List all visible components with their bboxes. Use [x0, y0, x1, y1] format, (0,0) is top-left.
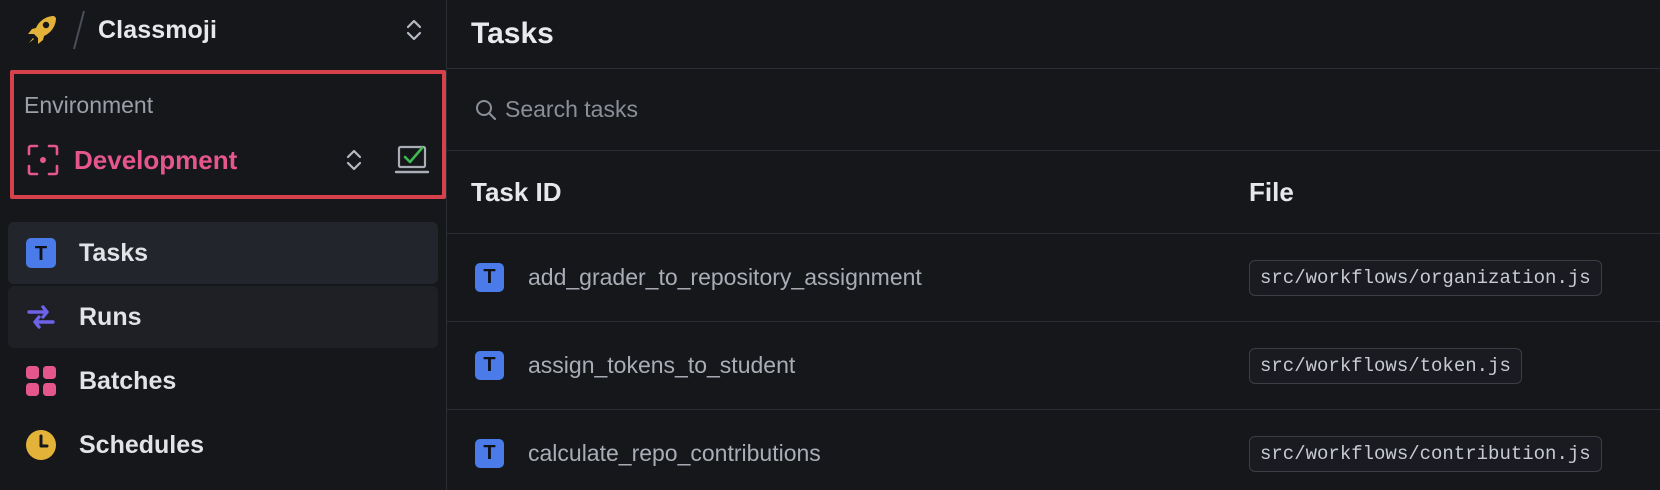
- environment-focus-icon: [26, 143, 60, 177]
- task-id: calculate_repo_contributions: [528, 440, 821, 466]
- table-row[interactable]: T add_grader_to_repository_assignment sr…: [447, 234, 1660, 322]
- sidebar-item-label: Tasks: [79, 238, 149, 267]
- column-header-label: Task ID: [471, 176, 562, 207]
- sidebar-item-schedules[interactable]: Schedules: [8, 414, 438, 476]
- search-icon: [475, 99, 497, 121]
- file-cell: src/workflows/organization.js: [1249, 259, 1660, 296]
- file-cell: src/workflows/contribution.js: [1249, 435, 1660, 472]
- clock-icon: [25, 429, 57, 461]
- task-id: assign_tokens_to_student: [528, 352, 796, 378]
- table-header: Task ID File: [447, 151, 1660, 234]
- org-switcher[interactable]: Classmoji: [0, 0, 446, 60]
- sidebar-item-label: Batches: [79, 366, 177, 395]
- sidebar-nav: T Tasks Runs Batches Schedules: [8, 222, 438, 478]
- svg-text:T: T: [35, 243, 47, 265]
- file-cell: src/workflows/token.js: [1249, 347, 1660, 384]
- page-title: Tasks: [471, 17, 554, 50]
- search-bar: [447, 69, 1660, 151]
- chevron-up-down-icon[interactable]: [402, 16, 426, 44]
- task-id-cell: T calculate_repo_contributions: [475, 439, 1249, 468]
- column-header-file[interactable]: File: [1249, 177, 1660, 208]
- rocket-icon: [22, 10, 62, 50]
- main-panel: Tasks Task ID File T add_grader_to_repo: [447, 0, 1660, 490]
- task-icon: T: [475, 351, 504, 380]
- search-input[interactable]: [505, 96, 1105, 123]
- task-id-cell: T add_grader_to_repository_assignment: [475, 263, 1249, 292]
- table-row[interactable]: T assign_tokens_to_student src/workflows…: [447, 322, 1660, 410]
- environment-label: Environment: [24, 92, 154, 118]
- separator-slash: [72, 8, 86, 52]
- file-path: src/workflows/contribution.js: [1249, 435, 1602, 472]
- batches-icon: [25, 365, 57, 397]
- app-window: Classmoji Environment Development T Task…: [0, 0, 1660, 490]
- sidebar: Classmoji Environment Development T Task…: [0, 0, 447, 490]
- sidebar-item-batches[interactable]: Batches: [8, 350, 438, 412]
- task-id: add_grader_to_repository_assignment: [528, 264, 922, 290]
- sidebar-item-label: Runs: [79, 302, 142, 331]
- org-name: Classmoji: [98, 15, 218, 44]
- environment-name: Development: [74, 144, 238, 175]
- sidebar-item-runs[interactable]: Runs: [8, 286, 438, 348]
- chevron-up-down-icon[interactable]: [342, 145, 366, 175]
- environment-switcher[interactable]: Development: [26, 140, 430, 180]
- sidebar-item-tasks[interactable]: T Tasks: [8, 222, 438, 284]
- laptop-check-icon[interactable]: [394, 143, 430, 177]
- task-icon: T: [475, 439, 504, 468]
- task-id-cell: T assign_tokens_to_student: [475, 351, 1249, 380]
- file-path: src/workflows/token.js: [1249, 347, 1522, 384]
- column-header-task-id[interactable]: Task ID: [471, 177, 1249, 208]
- file-path: src/workflows/organization.js: [1249, 259, 1602, 296]
- task-icon: T: [475, 263, 504, 292]
- sidebar-item-label: Schedules: [79, 430, 205, 459]
- runs-icon: [25, 301, 57, 333]
- column-header-label: File: [1249, 176, 1294, 207]
- table-row[interactable]: T calculate_repo_contributions src/workf…: [447, 410, 1660, 490]
- environment-selector-highlight: Environment Development: [10, 70, 446, 199]
- page-header: Tasks: [447, 0, 1660, 69]
- task-icon: T: [25, 237, 57, 269]
